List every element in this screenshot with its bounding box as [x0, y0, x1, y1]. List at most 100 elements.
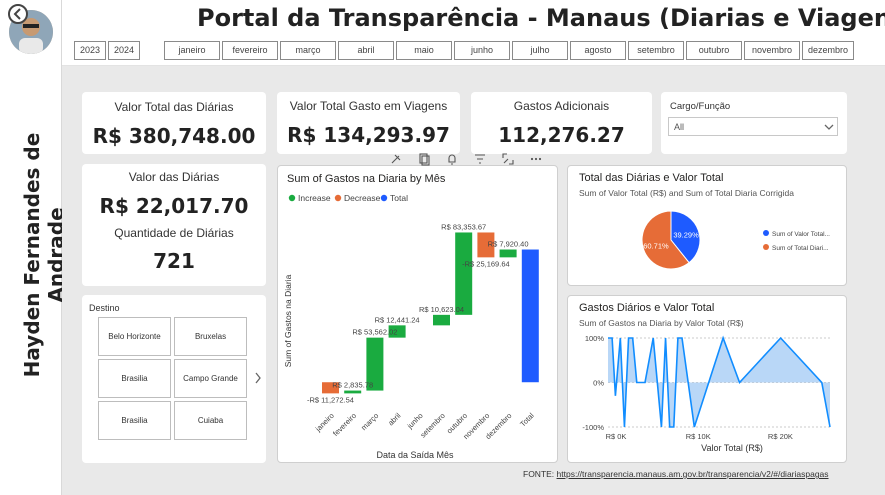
legend-label: Total [390, 193, 408, 203]
kpi-value: 721 [153, 249, 195, 273]
source-footer: FONTE: https://transparencia.manaus.am.g… [523, 469, 829, 479]
destino-tile[interactable]: Bruxelas [174, 317, 247, 356]
destino-tile[interactable]: Brasilia [98, 401, 171, 440]
legend-label: Decrease [344, 193, 381, 203]
kpi-value: 112,276.27 [498, 123, 625, 147]
pin-icon[interactable] [391, 154, 401, 164]
filter-icon[interactable] [475, 154, 485, 164]
month-slicer-item[interactable]: janeiro [164, 41, 220, 60]
y-tick-label: 0% [593, 379, 604, 388]
data-label: -R$ 11,272.54 [307, 395, 354, 404]
cargo-funcao-slicer: Cargo/Função All [661, 92, 847, 154]
sidebar: Hayden Fernandes de Andrade [0, 0, 68, 495]
waterfall-chart-card[interactable]: Sum of Gastos na Diaria by Mês Increase D… [277, 165, 558, 463]
y-tick-label: 100% [585, 334, 605, 343]
kpi-card-gasto-viagens: Valor Total Gasto em Viagens R$ 134,293.… [277, 92, 460, 154]
x-tick-label: Total [518, 411, 536, 429]
x-tick-label: fevereiro [331, 411, 358, 438]
chevron-right-icon[interactable] [254, 372, 262, 384]
year-slicer-2024[interactable]: 2024 [108, 41, 140, 60]
kpi-card-total-diarias: Valor Total das Diárias R$ 380,748.00 [82, 92, 266, 154]
kpi-value: R$ 380,748.00 [92, 124, 256, 148]
x-tick-label: R$ 0K [606, 432, 627, 441]
month-slicer-item[interactable]: dezembro [802, 41, 854, 60]
month-slicer-item[interactable]: março [280, 41, 336, 60]
slicer-label: Cargo/Função [670, 101, 731, 112]
source-link[interactable]: https://transparencia.manaus.am.gov.br/t… [557, 469, 829, 479]
author-name: Hayden Fernandes de Andrade [20, 132, 68, 378]
visual-header-toolbar [383, 148, 553, 170]
kpi-card-valor-diarias: Valor das Diárias R$ 22,017.70 Quantidad… [82, 164, 266, 286]
kpi-value: R$ 134,293.97 [287, 123, 450, 147]
slice-label: 60.71% [643, 241, 669, 250]
data-label: R$ 2,835.78 [332, 381, 373, 390]
source-prefix: FONTE: [523, 469, 557, 479]
kpi-label: Quantidade de Diárias [114, 226, 234, 240]
waterfall-bar[interactable] [433, 314, 450, 326]
month-slicer-item[interactable]: junho [454, 41, 510, 60]
destino-tile[interactable]: Cuiaba [174, 401, 247, 440]
dropdown-value: All [674, 122, 685, 132]
kpi-label: Valor das Diárias [128, 170, 220, 184]
arrow-left-icon [13, 8, 21, 20]
legend-label: Sum of Valor Total... [772, 231, 830, 238]
copy-icon[interactable] [419, 153, 430, 166]
x-tick-label: junho [405, 411, 425, 431]
destino-tile[interactable]: Belo Horizonte [98, 317, 171, 356]
x-tick-label: março [359, 411, 380, 432]
legend-marker [763, 244, 769, 250]
legend-marker [334, 194, 342, 202]
month-slicer-item[interactable]: julho [512, 41, 568, 60]
month-slicer-item[interactable]: abril [338, 41, 394, 60]
cargo-funcao-dropdown[interactable]: All [668, 117, 838, 136]
legend-marker [763, 230, 769, 236]
pie-chart: 39.29% 60.71% Sum of Valor Total... Sum of … [641, 210, 830, 270]
chevron-down-icon [824, 124, 834, 130]
waterfall-bar[interactable] [344, 390, 362, 394]
kpi-label: Gastos Adicionais [513, 99, 610, 113]
destino-slicer: Destino Belo Horizonte Bruxelas Brasilia… [82, 295, 266, 463]
area-chart: 100% 0% -100%R$ 0K R$ 10K R$ 20K Valor Total… [582, 334, 831, 453]
waterfall-bar[interactable] [521, 249, 539, 383]
pie-chart-card[interactable]: Total das Diárias e Valor Total Sum of V… [567, 165, 847, 286]
waterfall-chart: Increase Decrease Total -R$ 11,272.54 R$ 2,… [283, 193, 539, 460]
x-tick-label: R$ 20K [768, 432, 793, 441]
year-slicer-2023[interactable]: 2023 [74, 41, 106, 60]
bell-icon[interactable] [448, 154, 456, 165]
x-tick-label: setembro [418, 411, 446, 439]
area-chart-card[interactable]: Gastos Diários e Valor Total Sum of Gast… [567, 295, 847, 463]
x-axis-title: Data da Saída Mês [376, 450, 454, 460]
data-label: -R$ 25,169.64 [462, 259, 510, 268]
x-axis-title: Valor Total (R$) [701, 443, 763, 453]
legend-marker [380, 194, 388, 202]
waterfall-bar[interactable] [455, 232, 473, 315]
x-tick-label: R$ 10K [686, 432, 711, 441]
data-label: R$ 83,353.67 [441, 222, 486, 231]
data-label: R$ 53,562.02 [352, 328, 397, 337]
kpi-label: Valor Total Gasto em Viagens [289, 99, 448, 113]
legend-label: Sum of Total Diari... [772, 245, 829, 252]
data-label: R$ 12,441.24 [375, 315, 420, 324]
y-axis-title: Sum of Gastos na Diaria [283, 274, 293, 367]
focus-icon[interactable] [502, 153, 514, 165]
x-tick-label: abril [386, 411, 403, 428]
more-icon[interactable] [530, 157, 542, 161]
kpi-value: R$ 22,017.70 [99, 194, 249, 218]
month-slicer-item[interactable]: fevereiro [222, 41, 278, 60]
month-slicer-item[interactable]: maio [396, 41, 452, 60]
month-slicer-item[interactable]: outubro [686, 41, 742, 60]
month-slicer-item[interactable]: agosto [570, 41, 626, 60]
legend-label: Increase [298, 193, 331, 203]
slice-label: 39.29% [673, 231, 699, 240]
kpi-label: Valor Total das Diárias [114, 100, 234, 114]
slicer-label: Destino [89, 303, 120, 313]
y-tick-label: -100% [582, 423, 604, 432]
destino-tile[interactable]: Campo Grande [174, 359, 247, 398]
data-label: R$ 7,920.40 [488, 240, 529, 249]
waterfall-bar[interactable] [499, 249, 517, 258]
month-slicer-item[interactable]: novembro [744, 41, 800, 60]
destino-tile[interactable]: Brasilia [98, 359, 171, 398]
legend-marker [288, 194, 296, 202]
back-button[interactable] [8, 4, 28, 24]
month-slicer-item[interactable]: setembro [628, 41, 684, 60]
